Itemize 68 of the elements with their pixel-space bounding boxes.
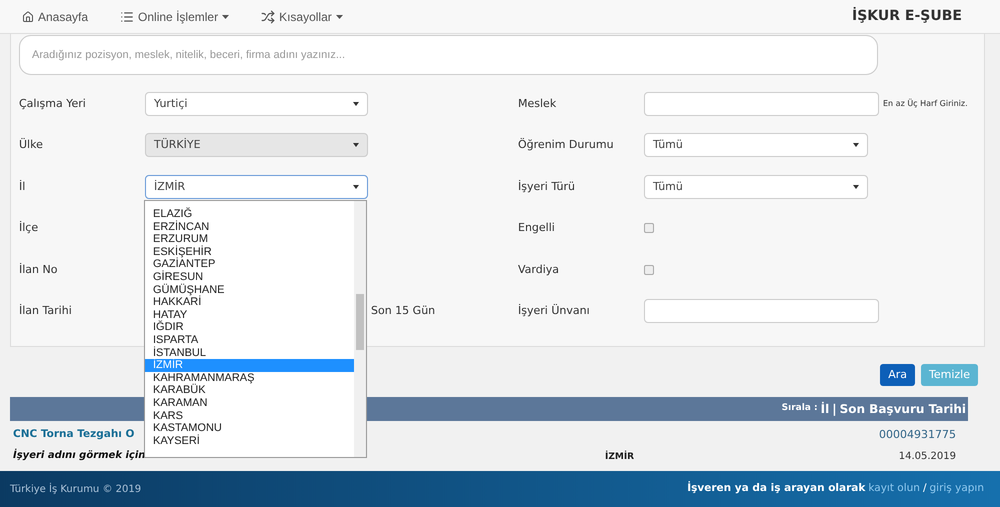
dropdown-option[interactable]: KAHRAMANMARAŞ: [145, 372, 354, 384]
shuffle-icon: [261, 10, 276, 24]
footer-text: İşveren ya da iş arayan olarak: [687, 481, 866, 496]
list-icon: [120, 10, 134, 24]
field-label: Çalışma Yeri: [19, 96, 87, 112]
search-button[interactable]: Ara: [880, 364, 915, 386]
field-label: İl: [19, 178, 26, 194]
copyright-text: Türkiye İş Kurumu © 2019: [10, 482, 142, 496]
dropdown-option[interactable]: HATAY: [145, 308, 354, 322]
sort-label: Sırala :: [782, 402, 818, 416]
scrollbar[interactable]: [354, 201, 366, 457]
field-label: Vardiya: [518, 262, 560, 278]
caret-icon: [336, 14, 343, 18]
dropdown-option[interactable]: KASTAMONU: [145, 422, 354, 435]
field-label: Ülke: [19, 137, 44, 153]
dropdown-option[interactable]: KARABÜK: [145, 384, 354, 397]
text-field[interactable]: [644, 299, 879, 324]
date-option-text: Son 15 Gün: [371, 303, 436, 319]
dropdown-option[interactable]: ERZİNCAN: [145, 220, 354, 234]
dropdown-option[interactable]: GAZİANTEP: [145, 258, 354, 271]
separator-text: /: [922, 481, 926, 496]
dropdown-option[interactable]: GÜMÜŞHANE: [145, 284, 354, 296]
dropdown-option[interactable]: KARAMAN: [145, 396, 354, 410]
caret-icon: [853, 184, 859, 189]
city-text: İZMİR: [605, 451, 636, 464]
field-label: İlan No: [19, 262, 58, 278]
checkbox[interactable]: [644, 264, 654, 275]
caret-icon: [222, 14, 230, 18]
separator-text: |: [832, 401, 837, 418]
dropdown-option[interactable]: KARS: [145, 410, 354, 422]
dropdown-option[interactable]: İSTANBUL: [145, 346, 354, 360]
select-field[interactable]: Tümü: [644, 133, 868, 158]
field-label: Öğrenim Durumu: [518, 137, 615, 153]
nav-link[interactable]: Anasayfa: [22, 8, 88, 26]
checkbox[interactable]: [644, 223, 654, 234]
field-label: İşyeri Türü: [518, 178, 576, 194]
field-label: Meslek: [518, 96, 558, 112]
nav-link[interactable]: Online İşlemler: [120, 8, 230, 26]
job-title-link[interactable]: CNC Torna Tezgahı O: [13, 427, 134, 443]
brand-title: İŞKUR E-ŞUBE: [852, 6, 962, 26]
caret-icon: [353, 184, 359, 189]
dropdown-option[interactable]: IĞDIR: [145, 321, 354, 334]
caret-icon: [353, 102, 359, 106]
field-label: İlan Tarihi: [19, 303, 73, 319]
dropdown-option[interactable]: KAYSERİ: [145, 434, 354, 448]
dropdown-option[interactable]: HAKKARİ: [145, 296, 354, 309]
caret-icon: [353, 143, 359, 148]
text-field[interactable]: [644, 92, 879, 116]
hint-text: En az Üç Harf Giriniz.: [883, 98, 968, 110]
field-label: İşyeri Ünvanı: [518, 303, 591, 319]
dropdown-option[interactable]: ISPARTA: [145, 334, 354, 347]
dropdown-option[interactable]: ERZURUM: [145, 233, 354, 246]
dropdown-option[interactable]: ESKİŞEHİR: [145, 246, 354, 258]
dropdown-option[interactable]: GİRESUN: [145, 270, 354, 284]
field-label: İlçe: [19, 220, 40, 236]
nav-link[interactable]: Kısayollar: [261, 8, 343, 26]
listing-number: 00004931775: [879, 427, 956, 443]
caret-icon: [853, 143, 859, 148]
select-field[interactable]: Tümü: [644, 174, 868, 199]
date-text: 14.05.2019: [898, 450, 956, 464]
field-label: Engelli: [518, 220, 556, 236]
note-text: İşyeri adını görmek için: [13, 448, 146, 463]
home-icon: [22, 10, 34, 22]
sort-link[interactable]: İl: [820, 400, 830, 418]
select-field[interactable]: Yurtiçi: [145, 92, 368, 116]
dropdown-option[interactable]: ELAZIĞ: [145, 208, 354, 221]
select-field[interactable]: İZMİR: [145, 174, 368, 199]
sort-link[interactable]: Son Başvuru Tarihi: [840, 400, 966, 418]
